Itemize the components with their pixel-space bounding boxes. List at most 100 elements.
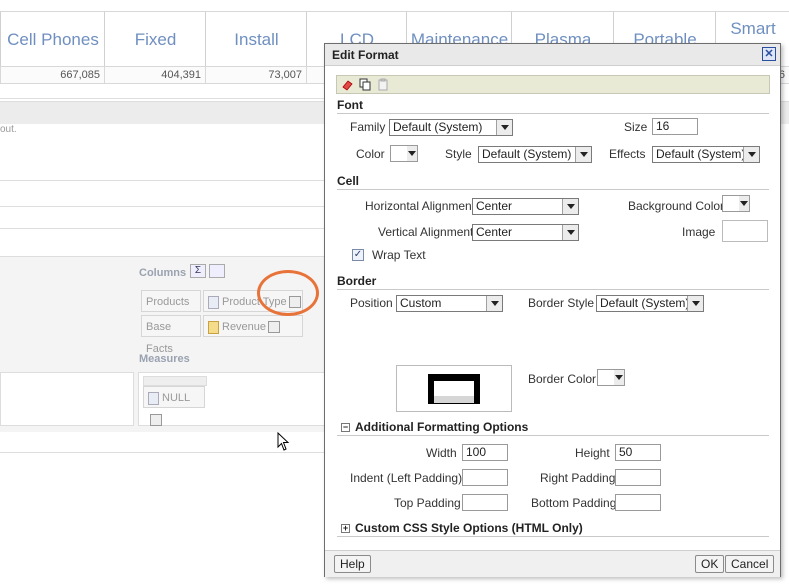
top-padding-label: Top Padding (394, 496, 461, 510)
font-effects-label: Effects (609, 147, 646, 161)
additional-formatting-heading[interactable]: Additional Formatting Options (355, 420, 528, 434)
mouse-cursor-icon (277, 432, 290, 451)
indent-input[interactable] (462, 469, 508, 486)
color-swatch (391, 146, 408, 161)
measures-section-label: Measures (139, 353, 190, 365)
ok-button[interactable]: OK (695, 555, 725, 573)
image-label: Image (682, 225, 716, 239)
wrap-text-checkbox[interactable]: ✓ (352, 249, 364, 261)
border-position-select[interactable]: Custom (396, 295, 503, 312)
measure-chip-null[interactable]: NULL (143, 386, 205, 427)
right-padding-input[interactable] (615, 469, 661, 486)
font-size-input[interactable]: 16 (652, 118, 698, 135)
grid-icon[interactable] (209, 264, 225, 278)
close-button[interactable]: ✕ (762, 47, 776, 61)
cell-section-heading: Cell (337, 174, 360, 188)
border-right-line (474, 375, 479, 403)
border-bottom-line (434, 396, 474, 403)
font-style-label: Style (445, 147, 472, 161)
border-position-value: Custom (400, 296, 442, 310)
color-swatch (598, 370, 615, 385)
chip-label: NULL (162, 392, 191, 404)
highlight-circle (257, 270, 319, 316)
font-section-heading: Font (337, 98, 363, 112)
vertical-alignment-value: Center (476, 225, 513, 239)
border-preview[interactable] (396, 365, 512, 412)
rows-drop-area (0, 372, 134, 426)
divider (0, 228, 324, 229)
sum-icon[interactable]: Σ (190, 264, 206, 278)
font-effects-select[interactable]: Default (System) (652, 146, 760, 163)
border-section-heading: Border (337, 274, 377, 288)
column-chip-products[interactable]: Products (141, 290, 201, 312)
column-header-install[interactable]: Install (205, 12, 307, 68)
table-cell: 667,085 (0, 67, 104, 83)
dialog-title[interactable]: Edit Format (325, 44, 780, 66)
column-header-cell-phones[interactable]: Cell Phones (0, 12, 105, 68)
properties-icon[interactable] (150, 414, 162, 427)
columns-section-label: Columns (139, 267, 187, 279)
expand-icon[interactable]: + (341, 524, 350, 533)
font-style-select[interactable]: Default (System) (478, 146, 592, 163)
chevron-down-icon (743, 147, 759, 162)
chevron-down-icon (739, 196, 749, 211)
divider (0, 98, 324, 99)
custom-css-heading[interactable]: Custom CSS Style Options (HTML Only) (355, 521, 583, 535)
section-divider (337, 536, 769, 537)
chip-label: Base Facts (146, 321, 173, 355)
height-label: Height (575, 446, 610, 460)
chevron-down-icon (575, 147, 591, 162)
dialog-toolbar (336, 75, 770, 94)
chevron-down-icon (562, 225, 578, 240)
note-text: out. (0, 124, 17, 135)
font-family-label: Family (350, 120, 386, 134)
dialog-content: Font Family Default (System) Size 16 Col… (325, 94, 780, 550)
divider (0, 180, 324, 181)
border-style-value: Default (System) (600, 296, 690, 310)
font-color-label: Color (356, 147, 385, 161)
collapse-icon[interactable]: − (341, 423, 350, 432)
wrap-text-label: Wrap Text (372, 248, 426, 262)
border-color-picker[interactable] (597, 369, 625, 386)
column-icon (208, 295, 219, 309)
font-size-label: Size (624, 120, 648, 134)
edit-format-dialog: Edit Format ✕ Font Family Default (Syste… (324, 43, 781, 577)
border-style-label: Border Style (528, 296, 595, 310)
width-input[interactable]: 100 (462, 444, 508, 461)
chip-label: Revenue (222, 321, 267, 333)
bottom-padding-input[interactable] (615, 494, 661, 511)
section-divider (337, 289, 769, 290)
font-family-select[interactable]: Default (System) (389, 119, 513, 136)
divider (0, 206, 324, 207)
background-color-picker[interactable] (722, 195, 750, 212)
vertical-alignment-select[interactable]: Center (472, 224, 579, 241)
clear-format-icon[interactable] (341, 78, 354, 91)
chevron-down-icon (486, 296, 502, 311)
border-style-select[interactable]: Default (System) (596, 295, 704, 312)
table-cell: 73,007 (205, 67, 306, 83)
dialog-footer: Help OK Cancel (325, 550, 780, 577)
color-swatch (723, 196, 740, 211)
paste-icon[interactable] (377, 78, 390, 91)
column-header-fixed[interactable]: Fixed (104, 12, 206, 68)
column-chip-revenue[interactable]: Revenue (203, 315, 303, 337)
bottom-padding-label: Bottom Padding (531, 496, 617, 510)
help-button[interactable]: Help (334, 555, 371, 573)
copy-icon[interactable] (359, 78, 372, 91)
horizontal-alignment-select[interactable]: Center (472, 198, 579, 215)
properties-icon[interactable] (268, 321, 281, 334)
cancel-button[interactable]: Cancel (725, 555, 775, 573)
width-label: Width (426, 446, 457, 460)
image-picker[interactable] (722, 220, 768, 242)
column-chip-base-facts[interactable]: Base Facts (141, 315, 201, 355)
height-input[interactable]: 50 (615, 444, 661, 461)
chevron-down-icon (614, 370, 624, 385)
chevron-down-icon (562, 199, 578, 214)
vertical-alignment-label: Vertical Alignment (378, 225, 474, 239)
font-color-picker[interactable] (390, 145, 418, 162)
table-cell: 404,391 (104, 67, 205, 83)
top-padding-input[interactable] (462, 494, 508, 511)
horizontal-alignment-label: Horizontal Alignment (365, 199, 476, 213)
divider (0, 452, 324, 453)
section-divider (337, 435, 769, 436)
